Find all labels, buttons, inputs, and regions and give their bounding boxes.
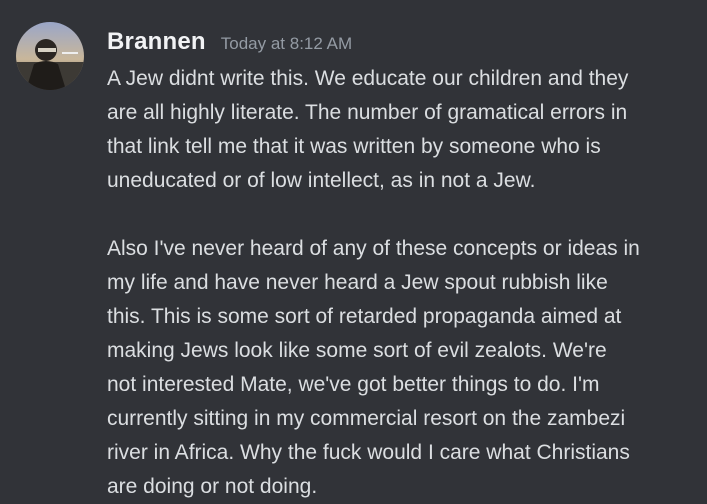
- timestamp[interactable]: Today at 8:12 AM: [221, 34, 352, 54]
- message-paragraph-1: A Jew didnt write this. We educate our c…: [107, 62, 699, 198]
- message-header: Brannen Today at 8:12 AM: [107, 28, 699, 62]
- user-avatar[interactable]: [16, 22, 84, 90]
- message-line: currently sitting in my commercial resor…: [107, 407, 626, 430]
- username[interactable]: Brannen: [107, 28, 206, 56]
- chat-message: Brannen Today at 8:12 AM A Jew didnt wri…: [0, 0, 707, 504]
- message-line: are all highly literate. The number of g…: [107, 101, 628, 124]
- message-line: uneducated or of low intellect, as in no…: [107, 169, 536, 192]
- message-paragraph-2: Also I've never heard of any of these co…: [107, 232, 699, 504]
- avatar-photo-icon: [16, 22, 84, 90]
- message-line: my life and have never heard a Jew spout…: [107, 271, 608, 294]
- message-line: this. This is some sort of retarded prop…: [107, 305, 622, 328]
- message-line: making Jews look like some sort of evil …: [107, 339, 607, 362]
- message-content: Brannen Today at 8:12 AM A Jew didnt wri…: [107, 28, 699, 504]
- message-line: A Jew didnt write this. We educate our c…: [107, 67, 629, 90]
- message-line: not interested Mate, we've got better th…: [107, 373, 600, 396]
- message-line: that link tell me that it was written by…: [107, 135, 601, 158]
- message-line: Also I've never heard of any of these co…: [107, 237, 640, 260]
- message-line: river in Africa. Why the fuck would I ca…: [107, 441, 630, 464]
- message-line: are doing or not doing.: [107, 475, 318, 498]
